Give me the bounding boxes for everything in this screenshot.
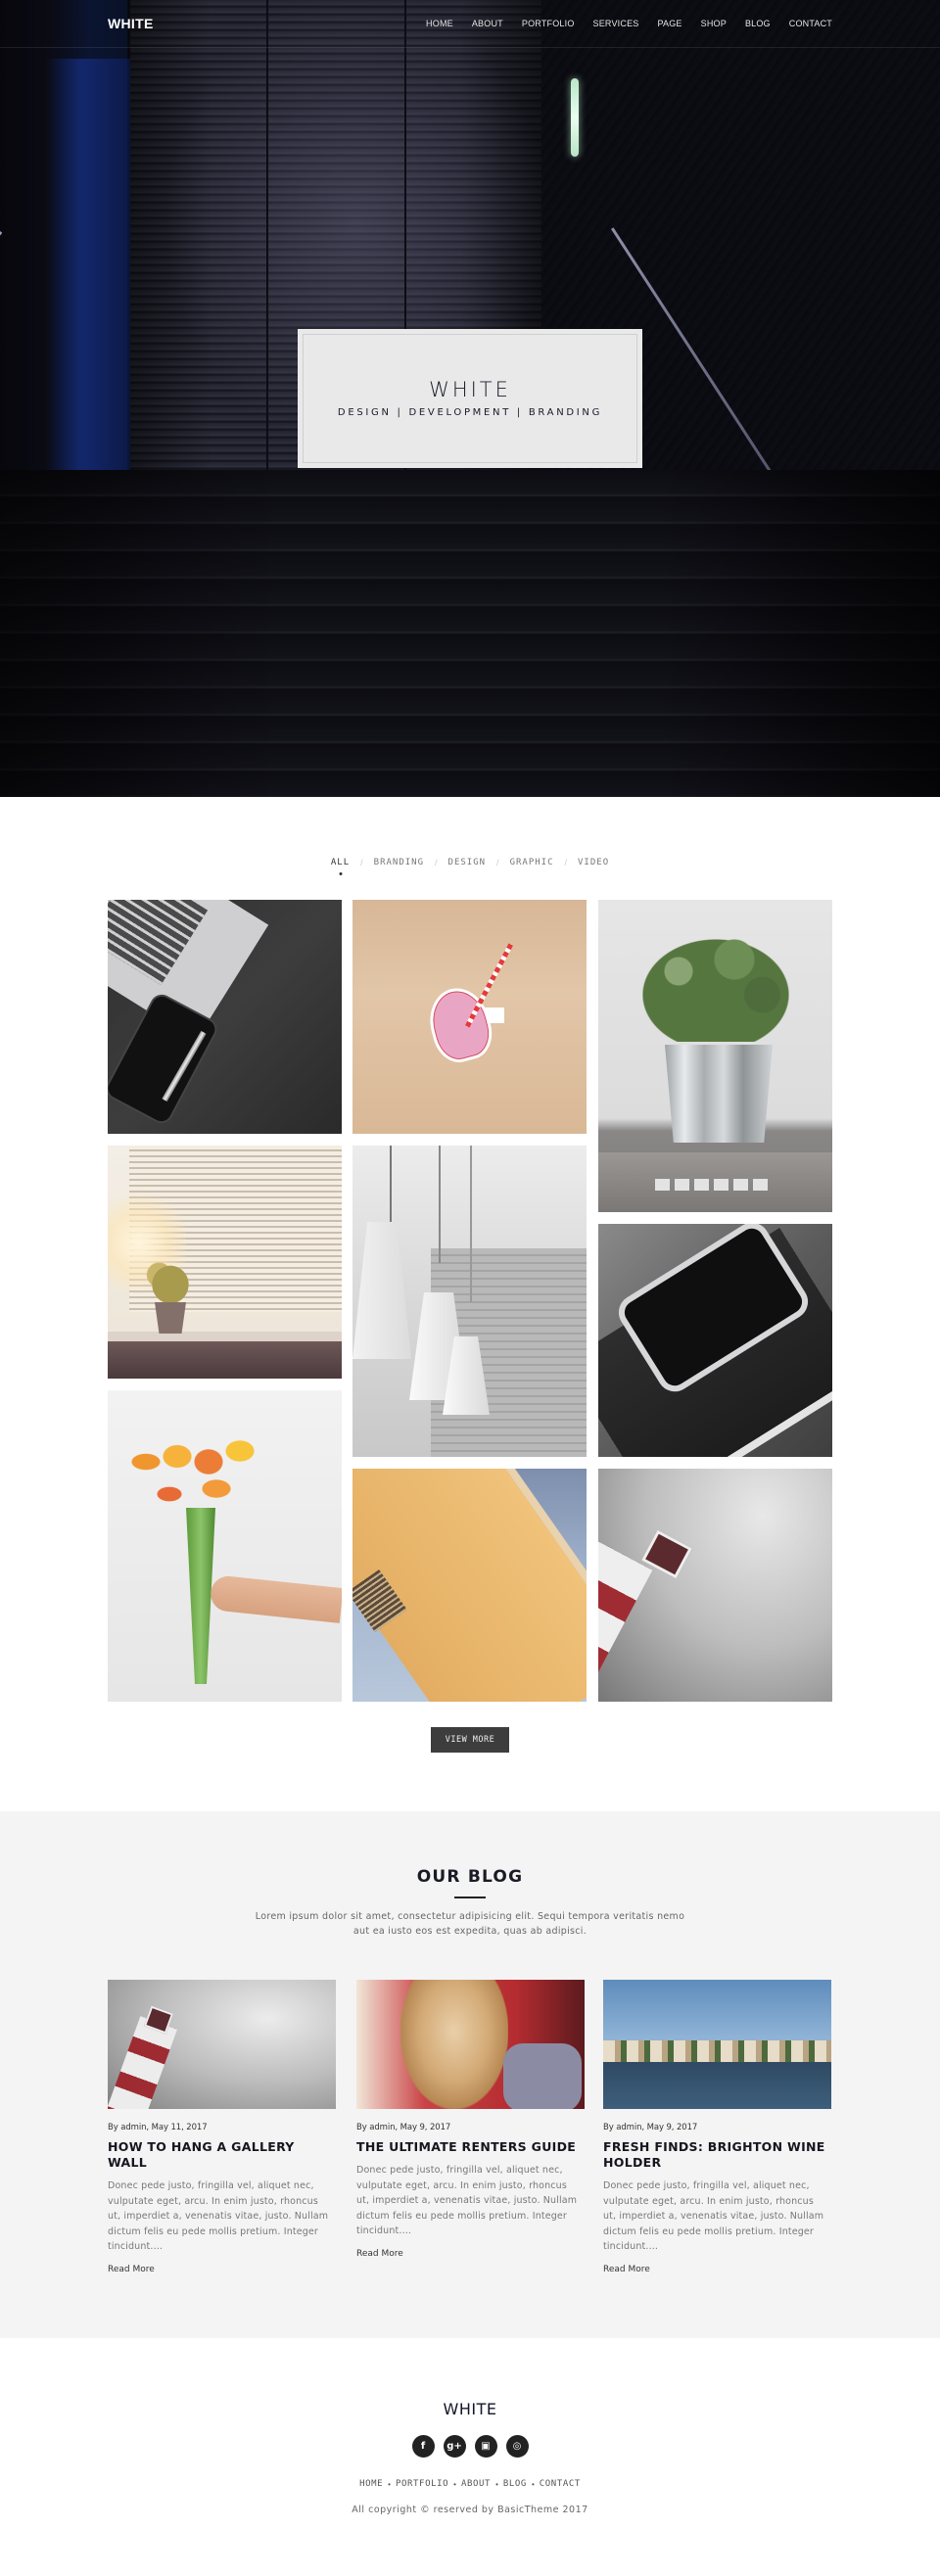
blog-post-meta: By admin, May 9, 2017 (356, 2123, 451, 2132)
footer-separator: • (531, 2479, 535, 2489)
filter-video[interactable]: VIDEO (578, 858, 609, 867)
blog-intro: Lorem ipsum dolor sit amet, consectetur … (255, 1911, 685, 1937)
portfolio-item-lighthouse[interactable] (598, 1469, 832, 1702)
filter-all[interactable]: ALL (331, 858, 350, 867)
arm-shape (209, 1574, 342, 1623)
filter-separator: / (435, 858, 438, 867)
tulips-shape (122, 1429, 279, 1537)
nav-contact[interactable]: CONTACT (789, 19, 832, 28)
view-more-button[interactable]: VIEW MORE (431, 1727, 509, 1753)
blog-post-excerpt: Donec pede justo, fringilla vel, aliquet… (356, 2165, 578, 2236)
footer-separator: • (495, 2479, 498, 2489)
hero-title-box: WHITE DESIGN | DEVELOPMENT | BRANDING (298, 329, 642, 468)
portfolio-item-heart-cup[interactable] (352, 900, 587, 1134)
blog-post-title[interactable]: FRESH FINDS: BRIGHTON WINE HOLDER (603, 2139, 831, 2171)
portfolio-item-tulips[interactable] (108, 1390, 342, 1702)
blog-title: OUR BLOG (416, 1867, 524, 1887)
metal-pot-shape (665, 1045, 773, 1143)
portfolio-item-pendant-lamps[interactable] (352, 1146, 587, 1457)
filter-design[interactable]: DESIGN (448, 858, 487, 867)
plant-shape (142, 1255, 199, 1304)
blog-post: By admin, May 9, 2017 THE ULTIMATE RENTE… (356, 1980, 585, 2259)
portfolio-item-window-plant[interactable] (108, 1146, 342, 1379)
read-more-link[interactable]: Read More (108, 2265, 336, 2274)
hero-bg-window-light (571, 78, 579, 157)
read-more-link[interactable]: Read More (603, 2265, 831, 2274)
nav-blog[interactable]: BLOG (745, 19, 771, 28)
portfolio-item-plant-pot[interactable] (598, 900, 832, 1212)
footer-separator: • (388, 2479, 391, 2489)
footer-separator: • (453, 2479, 456, 2489)
blog-title-underline (454, 1897, 486, 1898)
footer-nav: HOME • PORTFOLIO • ABOUT • BLOG • CONTAC… (0, 2479, 940, 2489)
pot-shape (155, 1302, 186, 1334)
site-logo[interactable]: WHITE (108, 16, 154, 31)
hero-subtitle: DESIGN | DEVELOPMENT | BRANDING (337, 406, 603, 418)
hero-title-box-inner: WHITE DESIGN | DEVELOPMENT | BRANDING (303, 334, 637, 463)
copyright: All copyright © reserved by BasicTheme 2… (352, 2505, 588, 2515)
blog-post-meta: By admin, May 11, 2017 (108, 2123, 208, 2132)
lamp-wire (439, 1146, 441, 1263)
facebook-icon[interactable]: f (411, 2435, 435, 2458)
sill-shape (108, 1332, 342, 1379)
shelf-buttons-shape (655, 1179, 773, 1191)
nav-portfolio[interactable]: PORTFOLIO (522, 19, 575, 28)
instagram-icon[interactable]: ▣ (474, 2435, 497, 2458)
hero-title: WHITE (429, 377, 511, 401)
filter-graphic[interactable]: GRAPHIC (510, 858, 554, 867)
blog-post-image-dog[interactable] (356, 1980, 585, 2109)
footer-link-portfolio[interactable]: PORTFOLIO (396, 2479, 448, 2489)
filter-separator: / (564, 858, 568, 867)
google-plus-icon[interactable]: g+ (443, 2435, 466, 2458)
portfolio-item-laptop[interactable] (108, 900, 342, 1134)
blog-post-meta: By admin, May 9, 2017 (603, 2123, 698, 2132)
lamp-wire (390, 1146, 392, 1224)
nav-services[interactable]: SERVICES (593, 19, 639, 28)
social-links: f g+ ▣ ◎ (0, 2435, 940, 2458)
blog-post: By admin, May 9, 2017 FRESH FINDS: BRIGH… (603, 1980, 831, 2274)
footer-link-about[interactable]: ABOUT (461, 2479, 491, 2489)
blog-post-image-waterfront-town[interactable] (603, 1980, 831, 2109)
portfolio-filters: ALL / BRANDING / DESIGN / GRAPHIC / VIDE… (0, 858, 940, 867)
portfolio-item-phone-notebook[interactable] (598, 1224, 832, 1457)
hero-section: WHITE DESIGN | DEVELOPMENT | BRANDING (0, 0, 940, 797)
blog-post-title[interactable]: HOW TO HANG A GALLERY WALL (108, 2139, 336, 2171)
blanket-shape (503, 2043, 582, 2109)
town-shape (603, 2040, 831, 2062)
portfolio-item-building[interactable] (352, 1469, 587, 1702)
filter-branding[interactable]: BRANDING (374, 858, 424, 867)
nav-home[interactable]: HOME (426, 19, 453, 28)
dribbble-icon[interactable]: ◎ (505, 2435, 529, 2458)
nav-about[interactable]: ABOUT (472, 19, 503, 28)
filter-separator: / (496, 858, 499, 867)
footer-logo: WHITE (443, 2400, 497, 2418)
main-nav: HOME ABOUT PORTFOLIO SERVICES PAGE SHOP … (407, 19, 832, 28)
nav-shop[interactable]: SHOP (701, 19, 727, 28)
lamp-wire (470, 1146, 472, 1302)
filter-separator: / (360, 858, 363, 867)
blog-post-excerpt: Donec pede justo, fringilla vel, aliquet… (603, 2180, 824, 2252)
nav-page[interactable]: PAGE (657, 19, 682, 28)
read-more-link[interactable]: Read More (356, 2249, 585, 2259)
blog-post-image-lighthouse[interactable] (108, 1980, 336, 2109)
dog-shape (400, 1980, 508, 2109)
lamp-shade (352, 1222, 411, 1359)
hero-bg-stairs (0, 470, 940, 797)
nav-divider (0, 47, 940, 48)
blog-post: By admin, May 11, 2017 HOW TO HANG A GAL… (108, 1980, 336, 2274)
blog-post-excerpt: Donec pede justo, fringilla vel, aliquet… (108, 2180, 329, 2252)
blog-post-title[interactable]: THE ULTIMATE RENTERS GUIDE (356, 2139, 585, 2155)
footer-link-home[interactable]: HOME (359, 2479, 383, 2489)
footer-link-contact[interactable]: CONTACT (540, 2479, 581, 2489)
footer-link-blog[interactable]: BLOG (503, 2479, 527, 2489)
hero-bg-seam (266, 0, 268, 490)
plant-leaves-shape (623, 924, 809, 1042)
